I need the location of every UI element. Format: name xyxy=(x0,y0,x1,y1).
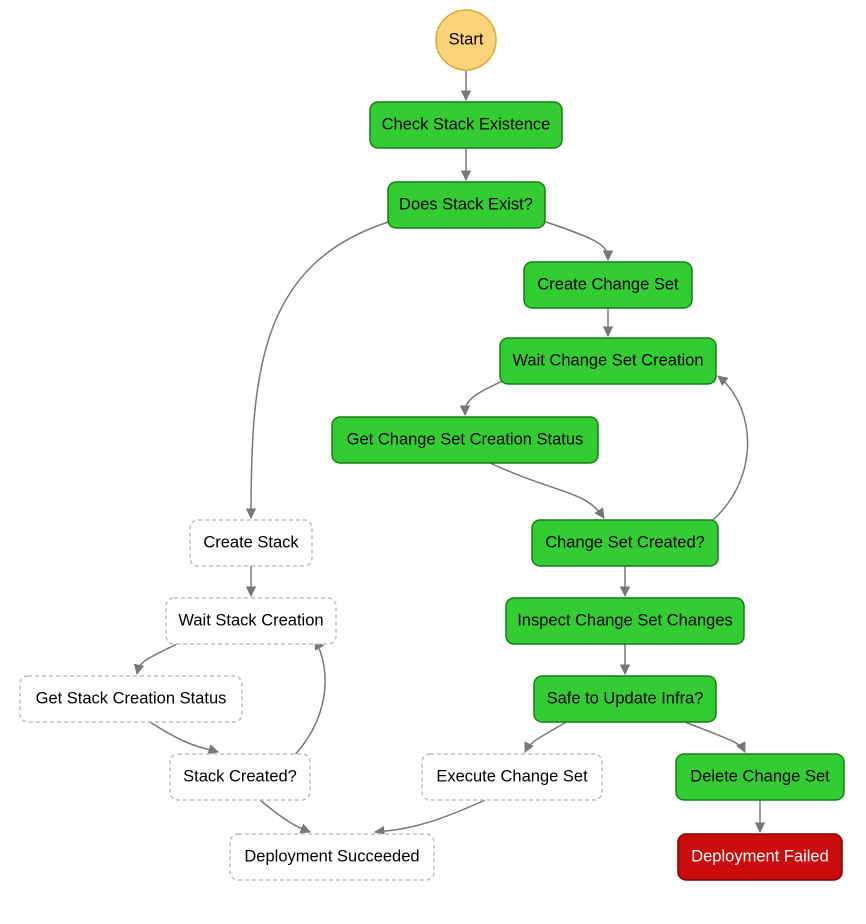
delete-change-set-node: Delete Change Set xyxy=(676,754,844,800)
wait-change-set-label: Wait Change Set Creation xyxy=(512,351,703,369)
safe-to-update-label: Safe to Update Infra? xyxy=(547,689,704,707)
change-set-created-node: Change Set Created? xyxy=(532,520,718,566)
get-stack-status-label: Get Stack Creation Status xyxy=(36,689,227,707)
flowchart-canvas: Start Check Stack Existence Does Stack E… xyxy=(0,0,866,924)
does-stack-exist-node: Does Stack Exist? xyxy=(388,182,545,228)
inspect-changes-label: Inspect Change Set Changes xyxy=(517,611,733,629)
create-change-set-label: Create Change Set xyxy=(537,275,679,293)
change-set-created-label: Change Set Created? xyxy=(545,533,705,551)
does-stack-exist-label: Does Stack Exist? xyxy=(399,195,533,213)
execute-change-set-node: Execute Change Set xyxy=(422,754,602,800)
check-stack-label: Check Stack Existence xyxy=(382,115,551,133)
inspect-changes-node: Inspect Change Set Changes xyxy=(506,598,744,644)
get-change-set-status-node: Get Change Set Creation Status xyxy=(332,417,598,463)
deployment-failed-node: Deployment Failed xyxy=(678,834,842,880)
stack-created-label: Stack Created? xyxy=(183,767,297,785)
execute-change-set-label: Execute Change Set xyxy=(436,767,588,785)
start-label: Start xyxy=(449,30,484,48)
stack-created-node: Stack Created? xyxy=(170,754,310,800)
wait-stack-creation-label: Wait Stack Creation xyxy=(178,611,323,629)
check-stack-node: Check Stack Existence xyxy=(370,102,562,148)
create-stack-node: Create Stack xyxy=(190,520,312,566)
start-node: Start xyxy=(436,10,496,70)
create-change-set-node: Create Change Set xyxy=(524,262,692,308)
get-stack-status-node: Get Stack Creation Status xyxy=(20,676,242,722)
deployment-succeeded-label: Deployment Succeeded xyxy=(244,847,419,865)
deployment-succeeded-node: Deployment Succeeded xyxy=(230,834,434,880)
get-change-set-status-label: Get Change Set Creation Status xyxy=(347,430,584,448)
create-stack-label: Create Stack xyxy=(203,533,299,551)
delete-change-set-label: Delete Change Set xyxy=(690,767,830,785)
deployment-failed-label: Deployment Failed xyxy=(691,847,829,865)
wait-stack-creation-node: Wait Stack Creation xyxy=(166,598,336,644)
safe-to-update-node: Safe to Update Infra? xyxy=(534,676,716,722)
wait-change-set-node: Wait Change Set Creation xyxy=(500,338,716,384)
